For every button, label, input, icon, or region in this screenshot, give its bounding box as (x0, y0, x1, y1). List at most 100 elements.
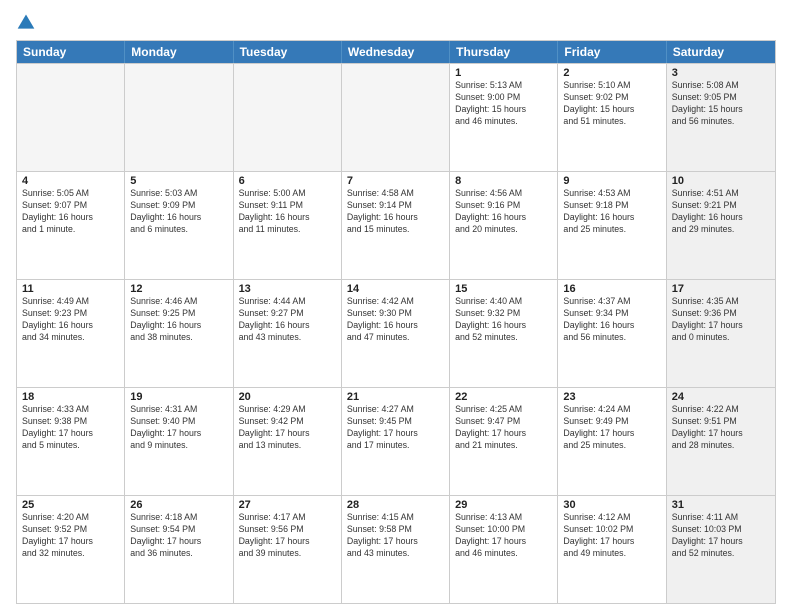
cal-cell-2-3: 14Sunrise: 4:42 AM Sunset: 9:30 PM Dayli… (342, 280, 450, 387)
cal-cell-1-4: 8Sunrise: 4:56 AM Sunset: 9:16 PM Daylig… (450, 172, 558, 279)
day-number: 7 (347, 175, 444, 187)
calendar-row-3: 18Sunrise: 4:33 AM Sunset: 9:38 PM Dayli… (17, 387, 775, 495)
cell-detail: Sunrise: 5:08 AM Sunset: 9:05 PM Dayligh… (672, 80, 770, 128)
cal-cell-3-2: 20Sunrise: 4:29 AM Sunset: 9:42 PM Dayli… (234, 388, 342, 495)
cal-cell-3-3: 21Sunrise: 4:27 AM Sunset: 9:45 PM Dayli… (342, 388, 450, 495)
day-number: 6 (239, 175, 336, 187)
cell-detail: Sunrise: 4:17 AM Sunset: 9:56 PM Dayligh… (239, 512, 336, 560)
cell-detail: Sunrise: 4:25 AM Sunset: 9:47 PM Dayligh… (455, 404, 552, 452)
cal-cell-3-5: 23Sunrise: 4:24 AM Sunset: 9:49 PM Dayli… (558, 388, 666, 495)
day-number: 11 (22, 283, 119, 295)
cal-cell-4-2: 27Sunrise: 4:17 AM Sunset: 9:56 PM Dayli… (234, 496, 342, 603)
cal-cell-0-0 (17, 64, 125, 171)
cell-detail: Sunrise: 5:10 AM Sunset: 9:02 PM Dayligh… (563, 80, 660, 128)
header-cell-monday: Monday (125, 41, 233, 63)
day-number: 20 (239, 391, 336, 403)
cell-detail: Sunrise: 4:24 AM Sunset: 9:49 PM Dayligh… (563, 404, 660, 452)
header-cell-saturday: Saturday (667, 41, 775, 63)
day-number: 9 (563, 175, 660, 187)
cell-detail: Sunrise: 4:44 AM Sunset: 9:27 PM Dayligh… (239, 296, 336, 344)
cell-detail: Sunrise: 4:51 AM Sunset: 9:21 PM Dayligh… (672, 188, 770, 236)
cal-cell-4-0: 25Sunrise: 4:20 AM Sunset: 9:52 PM Dayli… (17, 496, 125, 603)
header-cell-thursday: Thursday (450, 41, 558, 63)
cell-detail: Sunrise: 4:20 AM Sunset: 9:52 PM Dayligh… (22, 512, 119, 560)
logo-icon (16, 12, 36, 32)
day-number: 17 (672, 283, 770, 295)
day-number: 14 (347, 283, 444, 295)
day-number: 18 (22, 391, 119, 403)
cal-cell-1-2: 6Sunrise: 5:00 AM Sunset: 9:11 PM Daylig… (234, 172, 342, 279)
day-number: 23 (563, 391, 660, 403)
cal-cell-2-6: 17Sunrise: 4:35 AM Sunset: 9:36 PM Dayli… (667, 280, 775, 387)
cal-cell-2-4: 15Sunrise: 4:40 AM Sunset: 9:32 PM Dayli… (450, 280, 558, 387)
day-number: 2 (563, 67, 660, 79)
day-number: 29 (455, 499, 552, 511)
header-cell-friday: Friday (558, 41, 666, 63)
cell-detail: Sunrise: 4:35 AM Sunset: 9:36 PM Dayligh… (672, 296, 770, 344)
cell-detail: Sunrise: 5:13 AM Sunset: 9:00 PM Dayligh… (455, 80, 552, 128)
cell-detail: Sunrise: 4:18 AM Sunset: 9:54 PM Dayligh… (130, 512, 227, 560)
header-cell-wednesday: Wednesday (342, 41, 450, 63)
cell-detail: Sunrise: 4:56 AM Sunset: 9:16 PM Dayligh… (455, 188, 552, 236)
cal-cell-4-3: 28Sunrise: 4:15 AM Sunset: 9:58 PM Dayli… (342, 496, 450, 603)
day-number: 24 (672, 391, 770, 403)
calendar-row-4: 25Sunrise: 4:20 AM Sunset: 9:52 PM Dayli… (17, 495, 775, 603)
cell-detail: Sunrise: 4:46 AM Sunset: 9:25 PM Dayligh… (130, 296, 227, 344)
day-number: 28 (347, 499, 444, 511)
calendar-row-1: 4Sunrise: 5:05 AM Sunset: 9:07 PM Daylig… (17, 171, 775, 279)
cell-detail: Sunrise: 4:33 AM Sunset: 9:38 PM Dayligh… (22, 404, 119, 452)
day-number: 10 (672, 175, 770, 187)
day-number: 4 (22, 175, 119, 187)
cell-detail: Sunrise: 4:40 AM Sunset: 9:32 PM Dayligh… (455, 296, 552, 344)
cal-cell-1-6: 10Sunrise: 4:51 AM Sunset: 9:21 PM Dayli… (667, 172, 775, 279)
day-number: 8 (455, 175, 552, 187)
calendar-body: 1Sunrise: 5:13 AM Sunset: 9:00 PM Daylig… (17, 63, 775, 603)
cell-detail: Sunrise: 4:42 AM Sunset: 9:30 PM Dayligh… (347, 296, 444, 344)
day-number: 16 (563, 283, 660, 295)
cal-cell-0-3 (342, 64, 450, 171)
cal-cell-3-0: 18Sunrise: 4:33 AM Sunset: 9:38 PM Dayli… (17, 388, 125, 495)
cal-cell-0-6: 3Sunrise: 5:08 AM Sunset: 9:05 PM Daylig… (667, 64, 775, 171)
cal-cell-1-5: 9Sunrise: 4:53 AM Sunset: 9:18 PM Daylig… (558, 172, 666, 279)
cal-cell-0-4: 1Sunrise: 5:13 AM Sunset: 9:00 PM Daylig… (450, 64, 558, 171)
header-cell-sunday: Sunday (17, 41, 125, 63)
page: SundayMondayTuesdayWednesdayThursdayFrid… (0, 0, 792, 612)
day-number: 31 (672, 499, 770, 511)
cal-cell-2-5: 16Sunrise: 4:37 AM Sunset: 9:34 PM Dayli… (558, 280, 666, 387)
logo (16, 12, 44, 32)
cell-detail: Sunrise: 4:15 AM Sunset: 9:58 PM Dayligh… (347, 512, 444, 560)
cal-cell-1-1: 5Sunrise: 5:03 AM Sunset: 9:09 PM Daylig… (125, 172, 233, 279)
cell-detail: Sunrise: 4:12 AM Sunset: 10:02 PM Daylig… (563, 512, 660, 560)
calendar: SundayMondayTuesdayWednesdayThursdayFrid… (16, 40, 776, 604)
cell-detail: Sunrise: 5:03 AM Sunset: 9:09 PM Dayligh… (130, 188, 227, 236)
day-number: 15 (455, 283, 552, 295)
cal-cell-3-1: 19Sunrise: 4:31 AM Sunset: 9:40 PM Dayli… (125, 388, 233, 495)
day-number: 12 (130, 283, 227, 295)
cal-cell-2-2: 13Sunrise: 4:44 AM Sunset: 9:27 PM Dayli… (234, 280, 342, 387)
day-number: 1 (455, 67, 552, 79)
day-number: 19 (130, 391, 227, 403)
cal-cell-0-5: 2Sunrise: 5:10 AM Sunset: 9:02 PM Daylig… (558, 64, 666, 171)
day-number: 13 (239, 283, 336, 295)
calendar-row-2: 11Sunrise: 4:49 AM Sunset: 9:23 PM Dayli… (17, 279, 775, 387)
day-number: 5 (130, 175, 227, 187)
cell-detail: Sunrise: 4:29 AM Sunset: 9:42 PM Dayligh… (239, 404, 336, 452)
day-number: 25 (22, 499, 119, 511)
header-cell-tuesday: Tuesday (234, 41, 342, 63)
header (16, 12, 776, 32)
cell-detail: Sunrise: 4:53 AM Sunset: 9:18 PM Dayligh… (563, 188, 660, 236)
cal-cell-2-1: 12Sunrise: 4:46 AM Sunset: 9:25 PM Dayli… (125, 280, 233, 387)
cal-cell-2-0: 11Sunrise: 4:49 AM Sunset: 9:23 PM Dayli… (17, 280, 125, 387)
day-number: 27 (239, 499, 336, 511)
cal-cell-1-3: 7Sunrise: 4:58 AM Sunset: 9:14 PM Daylig… (342, 172, 450, 279)
cell-detail: Sunrise: 4:49 AM Sunset: 9:23 PM Dayligh… (22, 296, 119, 344)
cal-cell-4-1: 26Sunrise: 4:18 AM Sunset: 9:54 PM Dayli… (125, 496, 233, 603)
calendar-row-0: 1Sunrise: 5:13 AM Sunset: 9:00 PM Daylig… (17, 63, 775, 171)
cell-detail: Sunrise: 4:37 AM Sunset: 9:34 PM Dayligh… (563, 296, 660, 344)
cell-detail: Sunrise: 4:13 AM Sunset: 10:00 PM Daylig… (455, 512, 552, 560)
cal-cell-4-5: 30Sunrise: 4:12 AM Sunset: 10:02 PM Dayl… (558, 496, 666, 603)
day-number: 26 (130, 499, 227, 511)
cal-cell-3-6: 24Sunrise: 4:22 AM Sunset: 9:51 PM Dayli… (667, 388, 775, 495)
calendar-header: SundayMondayTuesdayWednesdayThursdayFrid… (17, 41, 775, 63)
cell-detail: Sunrise: 4:31 AM Sunset: 9:40 PM Dayligh… (130, 404, 227, 452)
